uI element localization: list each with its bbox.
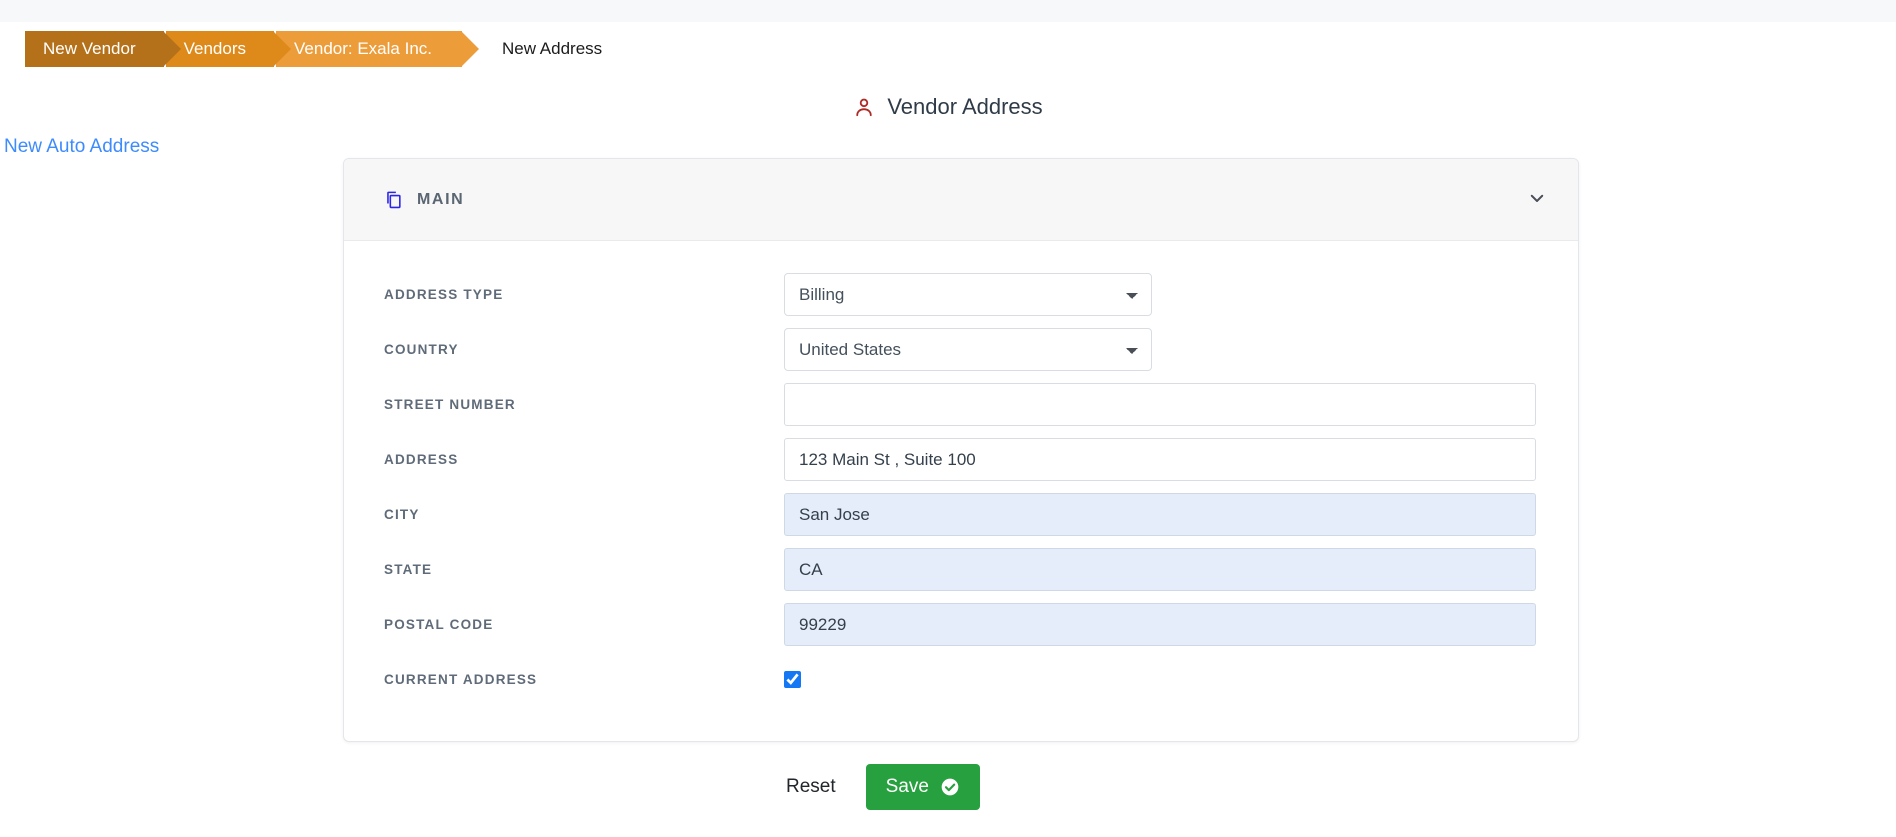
new-auto-address-row: New Auto Address bbox=[0, 136, 1896, 158]
person-icon bbox=[853, 96, 875, 118]
postal-code-input[interactable] bbox=[784, 603, 1536, 646]
country-control: United States bbox=[784, 328, 1538, 371]
new-auto-address-link[interactable]: New Auto Address bbox=[4, 136, 159, 157]
check-circle-icon bbox=[940, 777, 960, 797]
breadcrumb-step-vendors[interactable]: Vendors bbox=[165, 31, 292, 67]
breadcrumb: New Vendor Vendors Vendor: Exala Inc. Ne… bbox=[0, 22, 1896, 76]
chevron-down-icon bbox=[1528, 189, 1546, 210]
address-type-label: Address Type bbox=[384, 287, 504, 302]
country-label: Country bbox=[384, 342, 459, 357]
page-title-text: Vendor Address bbox=[887, 94, 1043, 119]
main-panel-header-left: MAIN bbox=[384, 190, 1522, 209]
main-panel-header[interactable]: MAIN bbox=[344, 159, 1578, 241]
state-control bbox=[784, 548, 1538, 591]
field-row-address: Address bbox=[384, 432, 1538, 487]
street-number-input[interactable] bbox=[784, 383, 1536, 426]
city-control bbox=[784, 493, 1538, 536]
main-panel-title: MAIN bbox=[417, 190, 465, 208]
city-input[interactable] bbox=[784, 493, 1536, 536]
field-row-current-address: Current Address bbox=[384, 652, 1538, 707]
current-address-control bbox=[784, 671, 1538, 688]
street-number-label: Street Number bbox=[384, 397, 516, 412]
main-panel-body: Address Type Billing Country United Stat… bbox=[344, 241, 1578, 741]
postal-code-label: Postal Code bbox=[384, 617, 494, 632]
address-label: Address bbox=[384, 452, 459, 467]
city-label: City bbox=[384, 507, 420, 522]
breadcrumb-step-new-vendor[interactable]: New Vendor bbox=[25, 31, 181, 67]
country-select[interactable]: United States bbox=[784, 328, 1152, 371]
copy-icon bbox=[384, 190, 403, 209]
page-title: Vendor Address bbox=[0, 94, 1896, 120]
field-row-address-type: Address Type Billing bbox=[384, 267, 1538, 322]
save-button-label: Save bbox=[885, 776, 929, 797]
breadcrumb-step-vendor-exala[interactable]: Vendor: Exala Inc. bbox=[276, 31, 479, 67]
field-row-state: State bbox=[384, 542, 1538, 597]
state-label: State bbox=[384, 562, 433, 577]
current-address-checkbox[interactable] bbox=[784, 671, 801, 688]
breadcrumb-current-page: New Address bbox=[502, 39, 603, 58]
address-input[interactable] bbox=[784, 438, 1536, 481]
panel-collapse-toggle[interactable] bbox=[1522, 183, 1552, 216]
breadcrumb-step-label: Vendor: Exala Inc. bbox=[294, 39, 432, 58]
field-row-street-number: Street Number bbox=[384, 377, 1538, 432]
field-row-city: City bbox=[384, 487, 1538, 542]
street-number-control bbox=[784, 383, 1538, 426]
postal-code-control bbox=[784, 603, 1538, 646]
form-actions: Reset Save bbox=[343, 764, 1579, 810]
main-panel: MAIN Address Type Billing bbox=[343, 158, 1579, 742]
save-button[interactable]: Save bbox=[865, 764, 980, 810]
reset-button[interactable]: Reset bbox=[772, 766, 850, 808]
address-type-select[interactable]: Billing bbox=[784, 273, 1152, 316]
breadcrumb-step-label: Vendors bbox=[183, 39, 247, 58]
breadcrumb-step-label: New Vendor bbox=[43, 39, 136, 58]
address-type-control: Billing bbox=[784, 273, 1538, 316]
state-input[interactable] bbox=[784, 548, 1536, 591]
field-row-postal-code: Postal Code bbox=[384, 597, 1538, 652]
field-row-country: Country United States bbox=[384, 322, 1538, 377]
current-address-label: Current Address bbox=[384, 672, 538, 687]
top-strip bbox=[0, 0, 1896, 22]
address-form-card-wrapper: MAIN Address Type Billing bbox=[343, 158, 1579, 810]
address-control bbox=[784, 438, 1538, 481]
